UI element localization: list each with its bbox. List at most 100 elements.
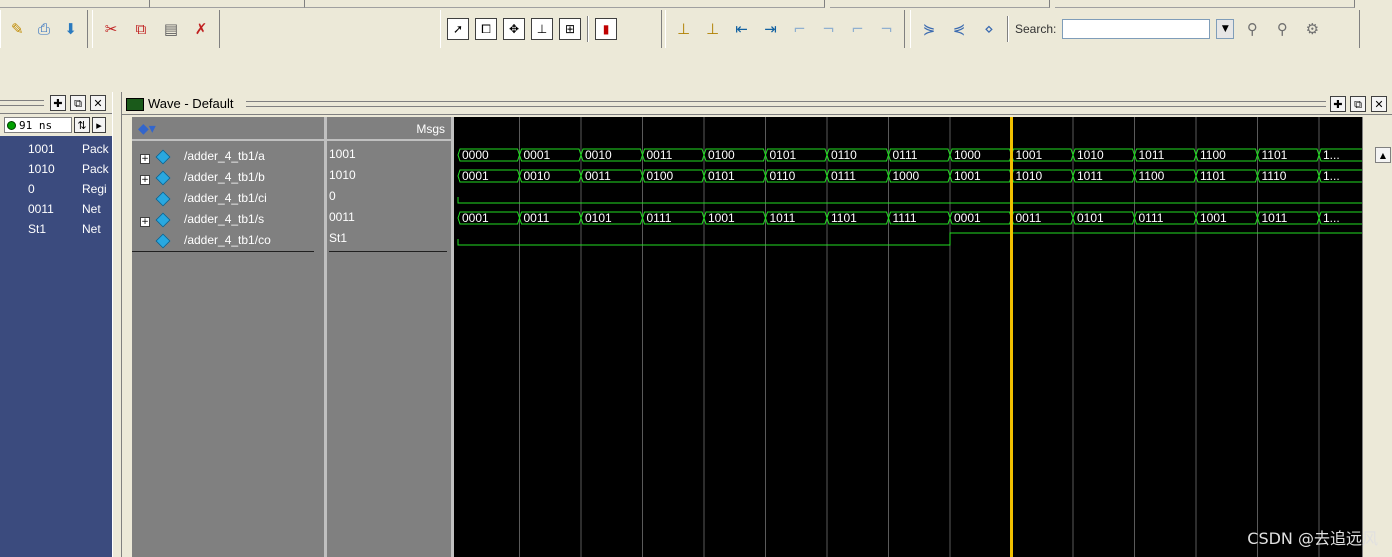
- first-edge-icon[interactable]: ⇤: [730, 17, 753, 41]
- signal-row-s[interactable]: + /adder_4_tb1/s: [132, 210, 324, 231]
- search-backward-icon[interactable]: ⚲: [1270, 17, 1294, 41]
- signal-name: /adder_4_tb1/co: [184, 233, 271, 247]
- toolbar-strip: [1055, 0, 1355, 8]
- bus-value-label: 0000: [462, 148, 489, 162]
- object-kind: Pack: [82, 142, 109, 156]
- pan-mode-icon[interactable]: ✥: [503, 18, 525, 40]
- find-any-icon[interactable]: ⌐: [846, 17, 869, 41]
- bus-value-label: 0101: [585, 211, 612, 225]
- signal-row-a[interactable]: + /adder_4_tb1/a: [132, 147, 324, 168]
- find-falling-icon[interactable]: ¬: [817, 17, 840, 41]
- pane-close-icon[interactable]: ✕: [1371, 96, 1387, 112]
- bus-value-label: 0110: [770, 169, 796, 183]
- pane-undock-icon[interactable]: ⧉: [1350, 96, 1366, 112]
- object-value: St1: [28, 222, 47, 236]
- signal-row-co[interactable]: /adder_4_tb1/co: [132, 231, 314, 252]
- search-options-icon[interactable]: ⚙: [1300, 17, 1324, 41]
- object-value: 1010: [28, 162, 55, 176]
- hierarchy-icon[interactable]: ◆▾: [138, 121, 156, 137]
- stop-sim-icon[interactable]: ▮: [595, 18, 617, 40]
- watermark: CSDN @去追远风: [1247, 529, 1378, 548]
- expand-right-icon[interactable]: ⋞: [947, 17, 971, 41]
- search-input[interactable]: [1062, 19, 1211, 39]
- toolbar-separator: [587, 16, 589, 42]
- bus-value-label: 1101: [1262, 148, 1288, 162]
- object-row[interactable]: 1001 Pack: [0, 140, 112, 160]
- expand-both-icon[interactable]: ⋄: [977, 17, 1001, 41]
- bus-value-label: 0101: [708, 169, 735, 183]
- bus-value-label: 1011: [1139, 148, 1165, 162]
- bus-value-label: 0010: [524, 169, 551, 183]
- waveform-canvas[interactable]: 0000 0001 0010 0011 0100 0101 0110 0111 1000 1001…: [454, 117, 1362, 557]
- search-label: Search:: [1015, 22, 1057, 36]
- print-icon[interactable]: ⎙: [34, 17, 55, 41]
- lock-cursor-icon[interactable]: ⇅: [74, 117, 90, 133]
- next-edge-icon[interactable]: ⊥: [701, 17, 724, 41]
- expand-icon[interactable]: +: [140, 154, 150, 164]
- bus-value-label: 0011: [524, 211, 550, 225]
- bus-value-label: 0111: [893, 148, 918, 162]
- pane-close-icon[interactable]: ✕: [90, 95, 106, 111]
- object-kind: Regi: [82, 182, 107, 196]
- bus-value-label: 0011: [1016, 211, 1042, 225]
- select-mode-icon[interactable]: ➚: [447, 18, 469, 40]
- zoom-mode-icon[interactable]: ⧠: [475, 18, 497, 40]
- bus-value-label: 0101: [770, 148, 797, 162]
- waveform-svg: 0000 0001 0010 0011 0100 0101 0110 0111 1000 1001…: [457, 117, 1362, 557]
- signal-row-b[interactable]: + /adder_4_tb1/b: [132, 168, 324, 189]
- value-header: Msgs: [327, 117, 451, 141]
- insert-cursor-icon[interactable]: ⊥: [531, 18, 553, 40]
- object-row[interactable]: St1 Net: [0, 220, 112, 240]
- last-edge-icon[interactable]: ⇥: [759, 17, 782, 41]
- save-icon[interactable]: ⬇: [60, 17, 81, 41]
- signal-row-ci[interactable]: /adder_4_tb1/ci: [132, 189, 324, 210]
- vertical-scrollbar[interactable]: ▲: [1362, 117, 1392, 557]
- signal-name-header: ◆▾: [132, 117, 324, 141]
- signal-name: /adder_4_tb1/s: [184, 212, 265, 226]
- bus-value-label: 1101: [1200, 169, 1226, 183]
- bus-value-label: 0101: [1077, 211, 1104, 225]
- signal-diamond-icon: [155, 149, 171, 165]
- open-icon[interactable]: ✎: [7, 17, 28, 41]
- bus-value-label: 1...: [1323, 148, 1340, 162]
- bus-value-label: 0001: [462, 169, 489, 183]
- find-rising-icon[interactable]: ⌐: [788, 17, 811, 41]
- search-forward-icon[interactable]: ⚲: [1240, 17, 1264, 41]
- bus-value-label: 0011: [647, 148, 673, 162]
- wave-window: Wave - Default ✚ ⧉ ✕ ◆▾ + /adder_4_tb1/a…: [122, 92, 1392, 557]
- scroll-right-icon[interactable]: ▸: [92, 117, 106, 133]
- toolbar-strip: [830, 0, 1050, 8]
- cut-icon[interactable]: ✂: [99, 17, 123, 41]
- edit-mode-icon[interactable]: ⊞: [559, 18, 581, 40]
- wave-window-icon: [126, 98, 144, 111]
- expand-left-icon[interactable]: ⋟: [917, 17, 941, 41]
- paste-icon[interactable]: ▤: [159, 17, 183, 41]
- pane-undock-icon[interactable]: ⧉: [70, 95, 86, 111]
- expand-icon[interactable]: +: [140, 175, 150, 185]
- toolbar-group-edit: ✂ ⧉ ▤ ✗: [92, 10, 220, 48]
- object-kind: Net: [82, 202, 101, 216]
- find-glitch-icon[interactable]: ¬: [875, 17, 898, 41]
- bus-value-label: 1011: [1077, 169, 1103, 183]
- bus-value-label: 0001: [524, 148, 551, 162]
- pane-splitter[interactable]: [112, 92, 122, 557]
- object-row[interactable]: 0011 Net: [0, 200, 112, 220]
- signal-diamond-icon: [155, 170, 171, 186]
- scroll-up-icon[interactable]: ▲: [1375, 147, 1391, 163]
- search-dropdown-icon[interactable]: ▼: [1216, 19, 1235, 39]
- pane-add-icon[interactable]: ✚: [50, 95, 66, 111]
- object-row[interactable]: 0 Regi: [0, 180, 112, 200]
- copy-icon[interactable]: ⧉: [129, 17, 153, 41]
- prev-edge-icon[interactable]: ⊥: [672, 17, 695, 41]
- signal-value: St1: [329, 231, 447, 252]
- object-kind: Net: [82, 222, 101, 236]
- signal-value: 1010: [329, 168, 356, 182]
- signal-value: 0011: [329, 210, 355, 224]
- expand-icon[interactable]: +: [140, 217, 150, 227]
- toolbar-strip: [150, 0, 305, 8]
- objects-pane: ✚ ⧉ ✕ 91 ns ⇅ ▸ 1001 Pack 1010 Pack 0 Re…: [0, 92, 112, 557]
- pane-add-icon[interactable]: ✚: [1330, 96, 1346, 112]
- delete-icon[interactable]: ✗: [189, 17, 213, 41]
- object-row[interactable]: 1010 Pack: [0, 160, 112, 180]
- bus-value-label: 1010: [1016, 169, 1043, 183]
